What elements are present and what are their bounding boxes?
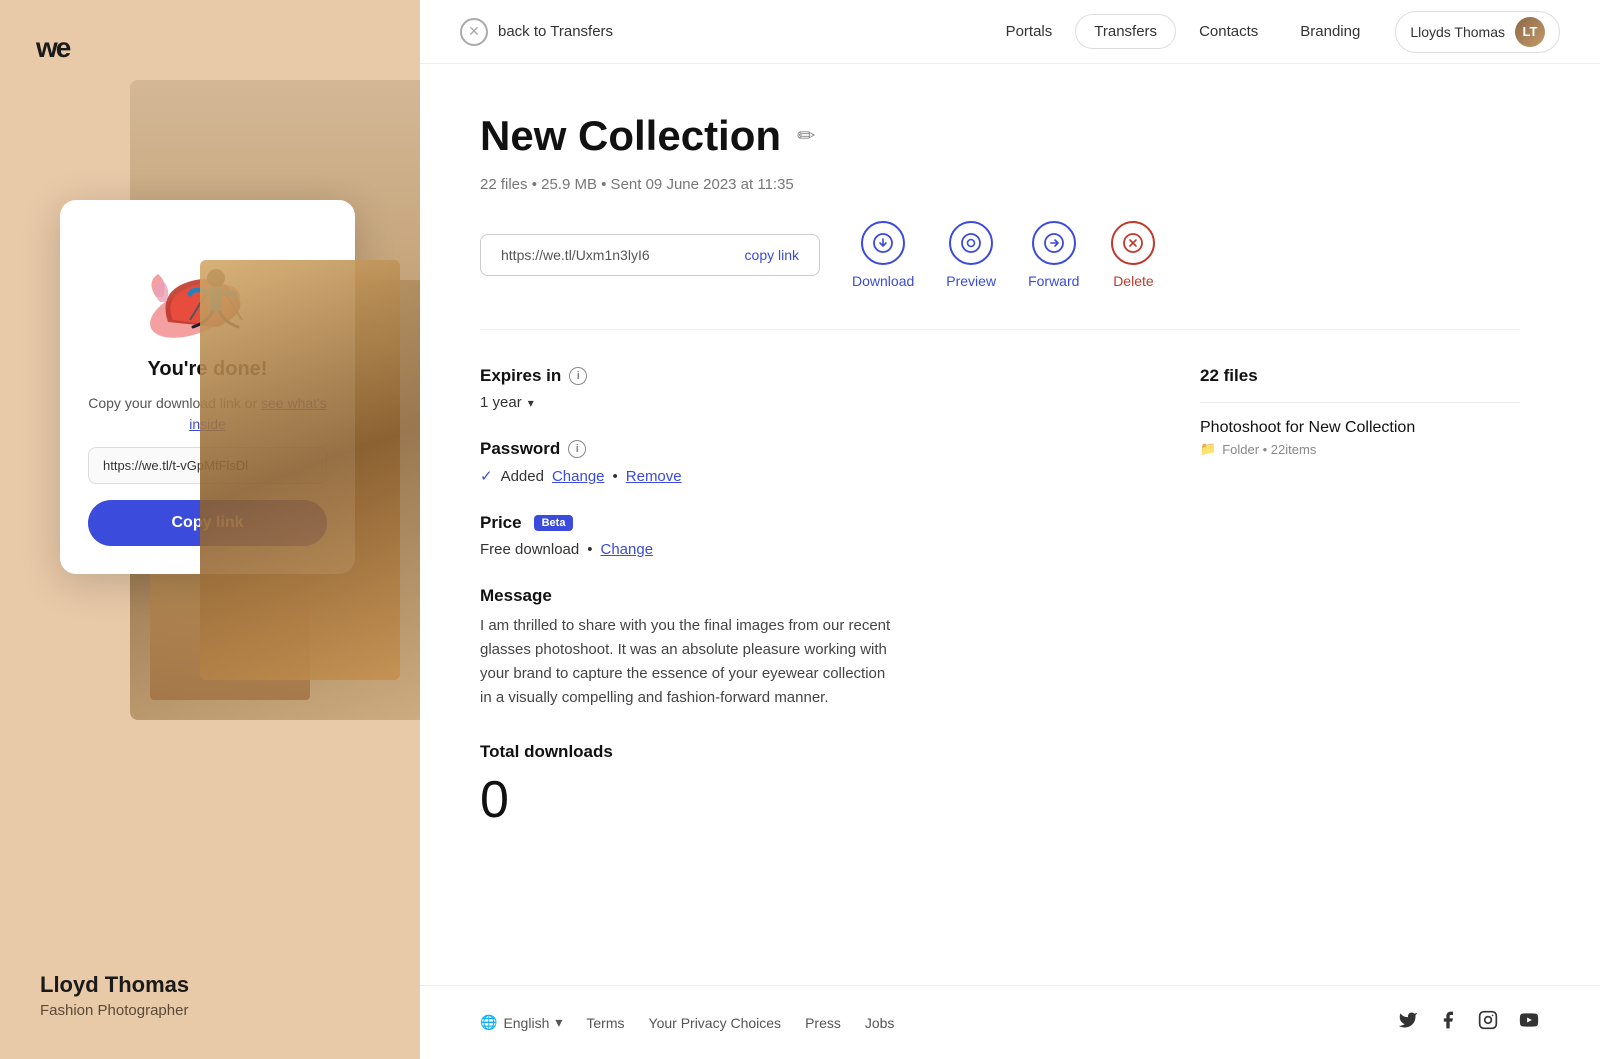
- globe-icon: 🌐: [480, 1014, 497, 1031]
- message-section: Message I am thrilled to share with you …: [480, 586, 1120, 710]
- footer: 🌐 English ▾ Terms Your Privacy Choices P…: [420, 985, 1600, 1059]
- price-label: Price Beta: [480, 513, 1120, 533]
- forward-icon: [1032, 221, 1076, 265]
- price-change-link[interactable]: Change: [601, 541, 654, 558]
- language-label: English: [503, 1015, 549, 1031]
- copy-link-button[interactable]: copy link: [745, 247, 799, 263]
- twitter-icon[interactable]: [1398, 1010, 1418, 1035]
- transfer-link: https://we.tl/Uxm1n3lyI6: [501, 247, 721, 263]
- user-title: Fashion Photographer: [40, 1002, 380, 1019]
- password-info-icon[interactable]: i: [568, 440, 586, 458]
- right-panel: ✕ back to Transfers Portals Transfers Co…: [420, 0, 1600, 1059]
- meta-info: 22 files • 25.9 MB • Sent 09 June 2023 a…: [480, 176, 1520, 193]
- expires-label: Expires in i: [480, 366, 1120, 386]
- link-box: https://we.tl/Uxm1n3lyI6 copy link: [480, 234, 820, 276]
- downloads-section: Total downloads 0: [480, 742, 1120, 830]
- download-icon: [861, 221, 905, 265]
- two-col-layout: Expires in i 1 year ▾ Password i ✓ Added…: [480, 366, 1520, 862]
- avatar: LT: [1515, 17, 1545, 47]
- expires-value: 1 year ▾: [480, 394, 1120, 411]
- folder-item: Photoshoot for New Collection 📁 Folder •…: [1200, 402, 1520, 457]
- social-links: [1398, 1010, 1540, 1035]
- nav-portals[interactable]: Portals: [987, 14, 1072, 49]
- divider: [480, 329, 1520, 330]
- files-count: 22 files: [1200, 366, 1520, 386]
- left-col: Expires in i 1 year ▾ Password i ✓ Added…: [480, 366, 1120, 862]
- password-remove-link[interactable]: Remove: [626, 468, 682, 485]
- page-title: New Collection: [480, 112, 781, 160]
- main-content: New Collection ✏ 22 files • 25.9 MB • Se…: [420, 64, 1600, 985]
- message-text: I am thrilled to share with you the fina…: [480, 614, 900, 710]
- password-change-link[interactable]: Change: [552, 468, 605, 485]
- title-row: New Collection ✏: [480, 112, 1520, 160]
- nav-branding[interactable]: Branding: [1281, 14, 1379, 49]
- footer-left: 🌐 English ▾ Terms Your Privacy Choices P…: [480, 1014, 1366, 1031]
- link-copy-row: https://we.tl/Uxm1n3lyI6 copy link Downl…: [480, 221, 1520, 289]
- action-buttons: Download Preview: [852, 221, 1155, 289]
- language-selector[interactable]: 🌐 English ▾: [480, 1014, 562, 1031]
- youtube-icon[interactable]: [1518, 1010, 1540, 1035]
- lang-chevron-icon: ▾: [555, 1014, 562, 1031]
- footer-terms[interactable]: Terms: [586, 1015, 624, 1031]
- download-label: Download: [852, 273, 914, 289]
- instagram-icon[interactable]: [1478, 1010, 1498, 1035]
- downloads-label: Total downloads: [480, 742, 1120, 762]
- top-nav: ✕ back to Transfers Portals Transfers Co…: [420, 0, 1600, 64]
- footer-jobs[interactable]: Jobs: [865, 1015, 895, 1031]
- back-button[interactable]: ✕ back to Transfers: [460, 18, 613, 46]
- delete-button[interactable]: Delete: [1111, 221, 1155, 289]
- footer-press[interactable]: Press: [805, 1015, 841, 1031]
- forward-button[interactable]: Forward: [1028, 221, 1079, 289]
- nav-contacts[interactable]: Contacts: [1180, 14, 1277, 49]
- password-row: ✓ Added Change • Remove: [480, 467, 1120, 485]
- preview-icon: [949, 221, 993, 265]
- folder-meta: 📁 Folder • 22items: [1200, 441, 1520, 457]
- delete-icon: [1111, 221, 1155, 265]
- edit-icon[interactable]: ✏: [797, 123, 815, 149]
- close-icon: ✕: [460, 18, 488, 46]
- user-badge-name: Lloyds Thomas: [1410, 24, 1505, 40]
- password-added: Added: [501, 468, 544, 485]
- chevron-down-icon[interactable]: ▾: [528, 396, 534, 410]
- password-label: Password i: [480, 439, 1120, 459]
- expires-info-icon[interactable]: i: [569, 367, 587, 385]
- nav-links: Portals Transfers Contacts Branding: [987, 14, 1380, 49]
- check-icon: ✓: [480, 467, 493, 485]
- left-panel: we: [0, 0, 420, 1059]
- we-logo: we: [36, 32, 69, 64]
- facebook-icon[interactable]: [1438, 1010, 1458, 1035]
- folder-icon: 📁: [1200, 441, 1216, 457]
- user-name: Lloyd Thomas: [40, 972, 380, 998]
- user-badge[interactable]: Lloyds Thomas LT: [1395, 11, 1560, 53]
- footer-privacy[interactable]: Your Privacy Choices: [649, 1015, 782, 1031]
- forward-label: Forward: [1028, 273, 1079, 289]
- preview-label: Preview: [946, 273, 996, 289]
- nav-transfers[interactable]: Transfers: [1075, 14, 1176, 49]
- message-label: Message: [480, 586, 1120, 606]
- back-label: back to Transfers: [498, 23, 613, 40]
- folder-name: Photoshoot for New Collection: [1200, 419, 1520, 437]
- price-row: Free download • Change: [480, 541, 1120, 558]
- preview-button[interactable]: Preview: [946, 221, 996, 289]
- delete-label: Delete: [1113, 273, 1153, 289]
- download-button[interactable]: Download: [852, 221, 914, 289]
- right-col: 22 files Photoshoot for New Collection 📁…: [1200, 366, 1520, 862]
- beta-badge: Beta: [534, 515, 574, 531]
- downloads-count: 0: [480, 770, 1120, 830]
- user-info: Lloyd Thomas Fashion Photographer: [40, 972, 380, 1019]
